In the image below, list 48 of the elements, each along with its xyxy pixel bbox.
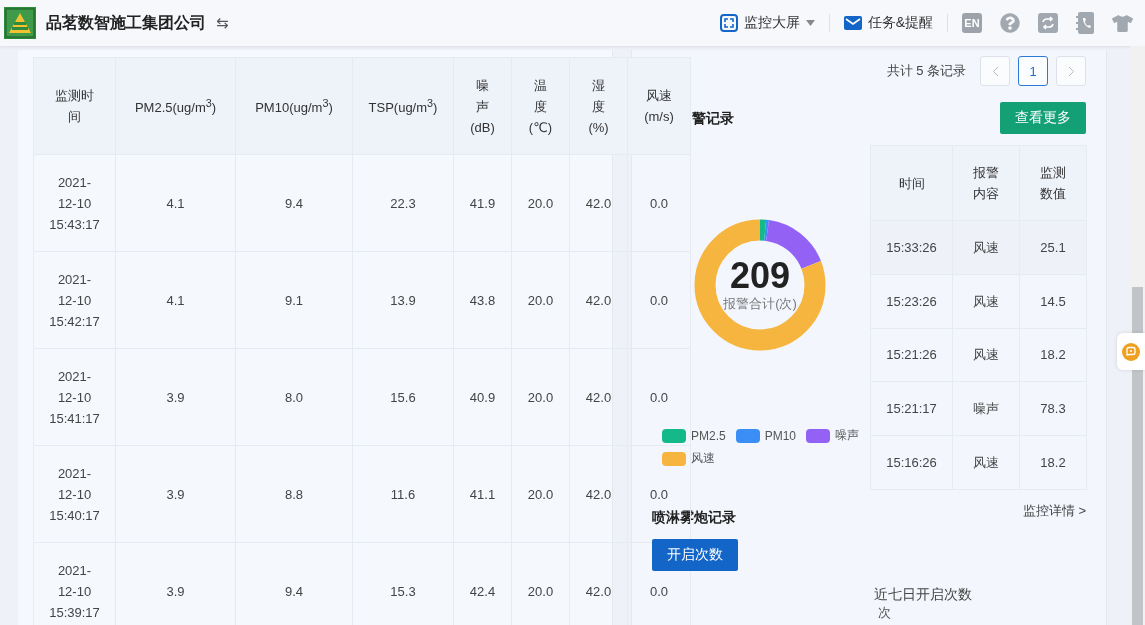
- switch-glyph[interactable]: ⇆: [216, 14, 229, 32]
- mail-icon: [843, 16, 862, 30]
- chart-title: 近七日开启次数: [874, 586, 973, 602]
- header-menu-item[interactable]: 任务&提醒: [829, 14, 947, 32]
- axis-unit: 次: [878, 605, 891, 620]
- legend-label: 噪声: [835, 427, 860, 444]
- column-header: TSP(ug/m$^{3}$): [352, 57, 454, 155]
- help-icon[interactable]: [1000, 13, 1020, 33]
- screen-icon: [719, 14, 738, 32]
- company-name: 品茗数智施工集团公司: [46, 12, 206, 33]
- open-count-button[interactable]: 开启次数: [652, 539, 738, 571]
- section-title: 警记录: [692, 110, 734, 126]
- phonebook-icon[interactable]: [1076, 12, 1094, 34]
- chevron-left-icon: [991, 65, 999, 77]
- column-header: 噪声(dB): [453, 57, 512, 155]
- legend-label: PM2.5: [691, 428, 726, 443]
- monitor-detail-link[interactable]: 监控详情 >: [1022, 502, 1086, 520]
- previous-page-button[interactable]: [980, 56, 1010, 86]
- help-float-button[interactable]: [1117, 333, 1145, 370]
- chat-icon: [1122, 342, 1140, 361]
- column-header: 报警内容: [952, 145, 1020, 221]
- table-cell: 18.2: [1019, 435, 1087, 490]
- logo-icon: [4, 7, 36, 39]
- column-header: 监测时间: [33, 57, 116, 155]
- table-cell: 15:16:26: [870, 435, 953, 490]
- next-page-button[interactable]: [1056, 56, 1086, 86]
- caret-icon: [805, 20, 815, 26]
- column-header: 风速(m/s): [627, 57, 691, 155]
- shirt-icon[interactable]: [1112, 12, 1133, 34]
- column-header: PM2.5(ug/m$^{3}$): [115, 57, 236, 155]
- refresh-icon[interactable]: [1038, 13, 1058, 33]
- column-header: 监测数值: [1019, 145, 1087, 221]
- alarm-total: 209: [729, 257, 791, 295]
- record-count: 共计 5 条记录: [886, 62, 966, 80]
- table-cell: 15:33:26: [870, 220, 953, 275]
- scrollbar[interactable]: [1130, 46, 1145, 625]
- column-header: PM10(ug/m$^{3}$): [235, 57, 353, 155]
- column-header: 温度(℃): [511, 57, 570, 155]
- alarm-total-label: 报警合计(次): [723, 295, 797, 313]
- table-cell: 25.1: [1019, 220, 1087, 275]
- chevron-right-icon: [1067, 65, 1075, 77]
- column-header: 湿度(%): [569, 57, 628, 155]
- page-button[interactable]: 1: [1018, 56, 1048, 86]
- legend-label: PM10: [764, 428, 797, 443]
- table-cell: 风速: [952, 220, 1020, 275]
- column-header: 时间: [870, 145, 953, 221]
- legend-label: 风速: [691, 450, 715, 467]
- header-menu-item[interactable]: 监控大屏: [705, 14, 829, 32]
